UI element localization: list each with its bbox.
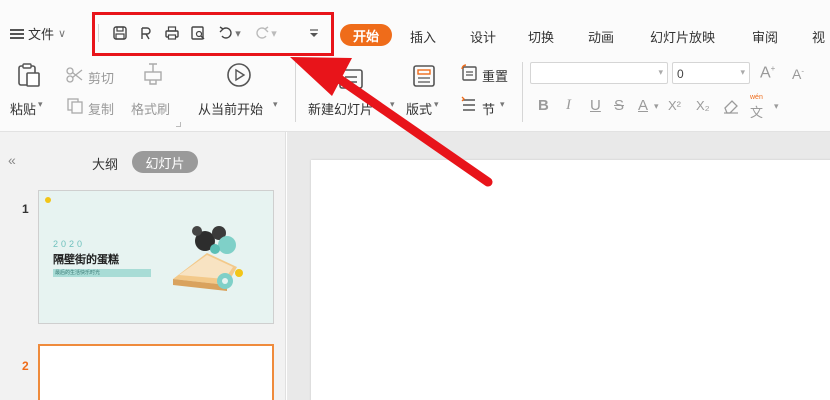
paste-icon[interactable] [16, 62, 42, 88]
layout-icon [412, 64, 436, 88]
slide-thumbnail-1[interactable]: 2020 隔壁街的蛋糕 最后的生活快乐时光 [38, 190, 274, 324]
copy-button[interactable]: 复制 [88, 99, 114, 118]
slide-number: 1 [22, 202, 29, 216]
group-launcher[interactable] [176, 122, 181, 127]
outline-tab[interactable]: 大纲 [92, 154, 118, 173]
chevron-down-icon[interactable]: ▾ [273, 99, 278, 110]
chevron-down-icon[interactable]: ▾ [654, 101, 659, 112]
new-slide-icon [336, 62, 366, 90]
tab-home[interactable]: 开始 [340, 24, 392, 46]
thumb-title: 隔壁街的蛋糕 [53, 254, 119, 266]
file-menu[interactable]: 文件 ∨ [10, 24, 66, 43]
collapse-panel-button[interactable]: « [8, 152, 16, 168]
increase-font-button[interactable]: A+ [760, 64, 775, 82]
pinyin-char-icon: 文 [750, 105, 764, 120]
slide-thumbnail-2[interactable] [38, 344, 274, 400]
separator [295, 62, 296, 122]
chevron-down-icon: ∨ [58, 28, 67, 40]
new-slide-button[interactable]: 新建幻灯片 [308, 99, 373, 118]
tab-transitions[interactable]: 切换 [528, 27, 554, 46]
play-from-current-button[interactable]: 从当前开始 [198, 99, 263, 118]
format-painter-button[interactable]: 格式刷 [131, 99, 170, 118]
file-menu-label: 文件 [28, 27, 55, 42]
hamburger-icon [10, 28, 24, 39]
chevron-down-icon[interactable]: ▾ [434, 99, 439, 110]
highlight-box [92, 12, 334, 56]
chevron-down-icon: ▾ [740, 67, 745, 77]
scissors-icon [66, 66, 84, 84]
paste-button[interactable]: 粘贴 [10, 99, 36, 118]
font-size-value: 0 [677, 67, 684, 81]
pinyin-guide-button[interactable]: wén 文 [748, 94, 774, 120]
layout-button[interactable]: 版式 [406, 99, 432, 118]
font-color-button[interactable]: A [638, 97, 648, 114]
star-icon [45, 197, 51, 203]
subscript-button[interactable]: X₂ [696, 98, 710, 113]
cake-image [173, 226, 243, 291]
pinyin-text: wén [750, 94, 763, 101]
chevron-down-icon[interactable]: ▾ [774, 101, 779, 112]
tab-review[interactable]: 审阅 [752, 27, 778, 46]
strikethrough-button[interactable]: S [614, 97, 624, 114]
tab-insert[interactable]: 插入 [410, 27, 436, 46]
copy-icon [66, 97, 84, 115]
format-painter-icon [142, 62, 164, 86]
reset-icon [460, 64, 478, 82]
slide-canvas[interactable] [311, 160, 830, 400]
slide-number: 2 [22, 359, 29, 373]
slides-panel: « 大纲 幻灯片 1 2020 隔壁街的蛋糕 最后的生活快乐时光 2 [0, 132, 286, 400]
chevron-down-icon[interactable]: ▾ [390, 99, 395, 110]
decrease-font-button[interactable]: A- [792, 66, 804, 82]
slides-tab[interactable]: 幻灯片 [132, 151, 198, 173]
chevron-down-icon: ▾ [658, 67, 663, 77]
tab-animations[interactable]: 动画 [588, 27, 614, 46]
font-name-combo[interactable]: ▾ [530, 62, 668, 84]
tab-view[interactable]: 视 [812, 27, 825, 46]
chevron-down-icon[interactable]: ▾ [500, 99, 505, 110]
clear-format-icon[interactable] [722, 98, 740, 114]
section-button[interactable]: 节 [482, 99, 495, 118]
slide-workspace [287, 132, 830, 400]
bold-button[interactable]: B [538, 97, 549, 114]
separator [522, 62, 523, 122]
font-size-combo[interactable]: 0 ▾ [672, 62, 750, 84]
tab-design[interactable]: 设计 [470, 27, 496, 46]
thumb-year: 2020 [53, 239, 86, 249]
cut-button[interactable]: 剪切 [88, 68, 114, 87]
section-icon [460, 96, 478, 114]
thumb-subtitle: 最后的生活快乐时光 [53, 269, 151, 277]
chevron-down-icon[interactable]: ▾ [38, 99, 43, 110]
reset-button[interactable]: 重置 [482, 66, 508, 85]
tab-slideshow[interactable]: 幻灯片放映 [650, 27, 715, 46]
superscript-button[interactable]: X² [668, 98, 681, 113]
play-circle-icon [226, 62, 252, 88]
underline-button[interactable]: U [590, 97, 601, 114]
italic-button[interactable]: I [566, 97, 571, 114]
